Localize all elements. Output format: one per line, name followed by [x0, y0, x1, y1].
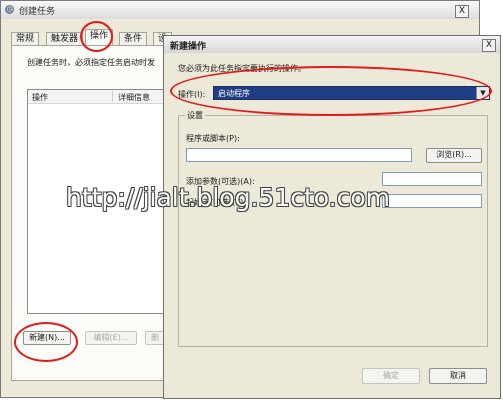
actions-description: 创建任务时，必须指定任务启动时发	[27, 58, 155, 67]
outer-close-button[interactable]: X	[455, 5, 469, 18]
column-divider	[112, 91, 113, 102]
start-in-input[interactable]	[382, 194, 482, 208]
settings-legend: 设置	[185, 110, 205, 121]
dialog-title: 新建操作	[170, 42, 207, 52]
program-label: 程序或脚本(P):	[186, 134, 240, 143]
ok-button[interactable]: 确定	[362, 368, 420, 384]
tab-conditions[interactable]: 条件	[119, 32, 148, 45]
edit-button[interactable]: 编辑(E)...	[85, 331, 137, 345]
list-header: 操作 详细信息	[28, 90, 176, 104]
column-header-details[interactable]: 详细信息	[118, 92, 150, 103]
browse-button[interactable]: 浏览(R)...	[426, 148, 482, 163]
watermark-text: http://jialt.blog.51cto.com	[66, 183, 390, 212]
dialog-title-bar: 新建操作 X	[164, 36, 500, 53]
arguments-input[interactable]	[382, 172, 482, 186]
annotation-ring-action-dropdown	[170, 66, 492, 116]
cancel-button[interactable]: 取消	[429, 368, 487, 384]
dialog-close-button[interactable]: X	[482, 39, 496, 52]
clock-icon: ◷	[5, 5, 14, 14]
tab-general[interactable]: 常规	[11, 32, 40, 45]
annotation-ring-new-button	[14, 322, 78, 362]
outer-window-title: 创建任务	[19, 7, 56, 17]
column-header-action[interactable]: 操作	[32, 92, 48, 103]
tab-triggers[interactable]: 触发器	[46, 32, 84, 45]
outer-title-bar: ◷ 创建任务 X	[1, 1, 479, 19]
delete-button[interactable]: 删	[145, 331, 165, 345]
program-input[interactable]	[186, 148, 412, 162]
annotation-ring-actions-tab	[80, 21, 113, 52]
